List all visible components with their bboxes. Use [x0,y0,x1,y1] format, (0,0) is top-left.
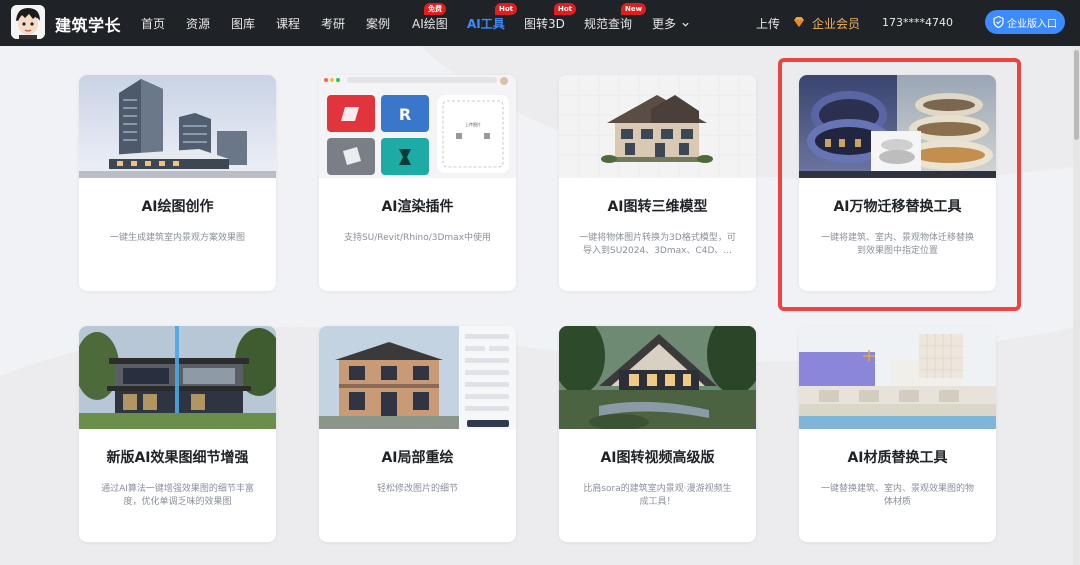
card-image-modern-villa [79,326,276,429]
nav-item-gallery[interactable]: 图库 [231,15,255,32]
tool-card-image-to-3d[interactable]: AI图转三维模型 一键将物体图片转换为3D格式模型，可导入到SU2024、3Dm… [559,75,756,291]
card-description: 比肩sora的建筑室内景观·漫游视频生成工具！ [583,484,732,507]
card-title: AI局部重绘 [381,450,454,466]
card-description: 轻松修改图片的细节 [376,484,458,494]
card-image-forest-house [559,326,756,429]
nav-more-label: 更多 [652,17,677,31]
tool-card-material-swap[interactable]: AI材质替换工具 一键替换建筑、室内、景观效果图的物体材质 [799,326,996,542]
enterprise-entry-button[interactable]: 企业版入口 [985,10,1065,34]
shield-icon [993,16,1004,28]
nav-badge-hot: Hot [554,3,577,15]
tool-card-image-to-video[interactable]: AI图转视频高级版 比肩sora的建筑室内景观·漫游视频生成工具！ [559,326,756,542]
nav-badge-new: New [621,3,647,15]
chevron-down-icon [682,22,689,27]
diamond-icon [794,17,804,27]
highlight-annotation-box [778,58,1021,311]
card-image-high-rise [79,75,276,178]
upload-link[interactable]: 上传 [756,15,780,32]
brand-name[interactable]: 建筑学长 [55,12,121,36]
card-description: 支持SU/Revit/Rhino/3Dmax中使用 [343,233,492,243]
enterprise-entry-label: 企业版入口 [1007,19,1057,30]
card-image-plugin-ui: R 上传图片 [319,75,516,178]
card-image-material-building [799,326,996,429]
card-title: AI图转视频高级版 [600,450,715,466]
user-phone[interactable]: 173****4740 [882,16,953,29]
page-scrollbar[interactable] [1073,46,1080,565]
top-navigation-bar: 建筑学长 首页 资源 图库 课程 考研 案例 AI绘图 免费 AI工具 Hot … [0,0,1080,46]
cartoon-avatar-icon[interactable] [11,5,45,39]
nav-item-ai-drawing[interactable]: AI绘图 [412,15,448,32]
tool-card-detail-enhance[interactable]: 新版AI效果图细节增强 通过AI算法一键增强效果图的细节丰富度，优化单调乏味的效… [79,326,276,542]
nav-badge-hot: Hot [495,3,518,15]
nav-item-image-to-3d[interactable]: 图转3D [524,15,565,32]
card-description: 一键生成建筑室内景观方案效果图 [109,233,245,243]
card-title: AI材质替换工具 [847,450,948,466]
tool-card-ai-drawing[interactable]: AI绘图创作 一键生成建筑室内景观方案效果图 [79,75,276,291]
svg-text:R: R [399,105,411,124]
nav-badge-free: 免费 [424,3,446,15]
nav-item-code-lookup[interactable]: 规范查询 [584,15,632,32]
nav-item-ai-tools[interactable]: AI工具 [467,15,505,32]
card-title: AI图转三维模型 [607,199,708,215]
card-description: 一键替换建筑、室内、景观效果图的物体材质 [820,484,974,507]
card-description: 一键将物体图片转换为3D格式模型，可导入到SU2024、3Dmax、C4D、..… [579,233,736,256]
card-image-house-inpaint [319,326,516,429]
nav-item-courses[interactable]: 课程 [276,15,300,32]
tool-card-render-plugin[interactable]: R 上传图片 AI渲染插件 支持SU/Revit/Rhino/3Dmax中使用 [319,75,516,291]
nav-item-more[interactable]: 更多 [652,15,690,32]
nav-item-cases[interactable]: 案例 [366,15,390,32]
card-title: 新版AI效果图细节增强 [106,450,249,466]
card-image-villa-model [559,75,756,178]
nav-item-postgrad[interactable]: 考研 [321,15,345,32]
plugin-upload-label: 上传图片 [465,121,481,127]
tool-card-inpaint[interactable]: AI局部重绘 轻松修改图片的细节 [319,326,516,542]
nav-item-home[interactable]: 首页 [141,15,165,32]
scrollbar-thumb[interactable] [1074,50,1079,140]
card-title: AI渲染插件 [381,199,454,215]
enterprise-member-link[interactable]: 企业会员 [812,15,860,32]
card-title: AI绘图创作 [141,199,214,215]
card-description: 通过AI算法一键增强效果图的细节丰富度，优化单调乏味的效果图 [101,484,254,507]
nav-item-resources[interactable]: 资源 [186,15,210,32]
